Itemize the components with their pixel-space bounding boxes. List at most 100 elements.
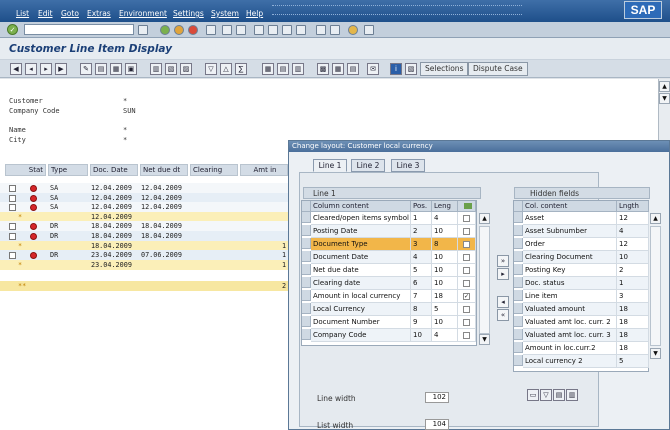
row-checkbox[interactable] bbox=[9, 185, 16, 192]
row-selector[interactable] bbox=[302, 329, 311, 340]
row-checkbox[interactable] bbox=[9, 195, 16, 202]
cell-len[interactable]: 8 bbox=[432, 238, 458, 251]
column-settings-icon[interactable] bbox=[458, 201, 476, 212]
next-page-icon[interactable] bbox=[282, 25, 292, 35]
col-doc-date[interactable]: Doc. Date bbox=[90, 164, 138, 176]
cell-pos[interactable]: 1 bbox=[411, 212, 432, 225]
row-selector[interactable] bbox=[302, 290, 311, 301]
row-selector[interactable] bbox=[302, 264, 311, 275]
row-selector[interactable] bbox=[302, 212, 311, 223]
tab-line-2[interactable]: Line 2 bbox=[351, 159, 385, 172]
word-icon[interactable]: ▤ bbox=[347, 63, 359, 75]
find-icon[interactable] bbox=[222, 25, 232, 35]
row-selector[interactable] bbox=[514, 277, 523, 288]
displayed-scroll-down-icon[interactable]: ▼ bbox=[479, 334, 490, 345]
cell-pos[interactable]: 7 bbox=[411, 290, 432, 303]
header-lngth[interactable]: Lngth bbox=[617, 201, 649, 212]
menu-extras[interactable]: Extras bbox=[87, 9, 111, 18]
row-selector[interactable] bbox=[514, 212, 523, 223]
cell-pos[interactable]: 8 bbox=[411, 303, 432, 316]
cell-len[interactable]: 10 bbox=[432, 251, 458, 264]
change-icon[interactable]: ✎ bbox=[80, 63, 92, 75]
tab-line-3[interactable]: Line 3 bbox=[391, 159, 425, 172]
filter-icon[interactable]: ▽ bbox=[205, 63, 217, 75]
total-checkbox[interactable] bbox=[458, 329, 476, 342]
col-clearing[interactable]: Clearing bbox=[190, 164, 238, 176]
info-icon[interactable]: i bbox=[390, 63, 402, 75]
export-icon[interactable]: ▩ bbox=[317, 63, 329, 75]
row-selector[interactable] bbox=[514, 290, 523, 301]
total-checkbox[interactable] bbox=[458, 251, 476, 264]
hidden-find-icon[interactable]: ▭ bbox=[527, 389, 539, 401]
table-row[interactable] bbox=[0, 260, 288, 270]
layout-icon[interactable]: ▦ bbox=[262, 63, 274, 75]
last-item-icon[interactable]: ▶ bbox=[55, 63, 67, 75]
cell-len[interactable]: 10 bbox=[432, 225, 458, 238]
cell-len[interactable]: 10 bbox=[432, 277, 458, 290]
move-right-icon[interactable]: ▸ bbox=[497, 268, 509, 280]
header-pos[interactable]: Pos. bbox=[411, 201, 432, 212]
displayed-scrollbar[interactable] bbox=[479, 226, 490, 334]
selections-button[interactable]: Selections bbox=[420, 62, 469, 76]
hidden-scroll-up-icon[interactable]: ▲ bbox=[650, 213, 661, 224]
find-next-icon[interactable] bbox=[236, 25, 246, 35]
total-checkbox[interactable] bbox=[458, 277, 476, 290]
cell-len[interactable]: 4 bbox=[432, 329, 458, 342]
row-selector[interactable] bbox=[514, 238, 523, 249]
mail-icon[interactable]: ✉ bbox=[367, 63, 379, 75]
total-checkbox[interactable] bbox=[458, 264, 476, 277]
row-selector[interactable] bbox=[514, 251, 523, 262]
move-left-icon[interactable]: ◂ bbox=[497, 296, 509, 308]
menu-help[interactable]: Help bbox=[246, 9, 263, 18]
row-checkbox[interactable] bbox=[9, 233, 16, 240]
document-icon[interactable]: ▥ bbox=[150, 63, 162, 75]
save-icon[interactable] bbox=[138, 25, 148, 35]
row-selector[interactable] bbox=[514, 329, 523, 340]
row-selector[interactable] bbox=[514, 303, 523, 314]
row-selector[interactable] bbox=[514, 316, 523, 327]
print-icon[interactable] bbox=[206, 25, 216, 35]
row-selector[interactable] bbox=[302, 303, 311, 314]
new-session-icon[interactable] bbox=[316, 25, 326, 35]
choose-layout-icon[interactable]: ▤ bbox=[277, 63, 289, 75]
previous-item-icon[interactable]: ◂ bbox=[25, 63, 37, 75]
total-checkbox[interactable] bbox=[458, 316, 476, 329]
col-stat[interactable]: Stat bbox=[5, 164, 46, 176]
first-page-icon[interactable] bbox=[254, 25, 264, 35]
hidden-settings-icon[interactable]: ▥ bbox=[566, 389, 578, 401]
cell-pos[interactable]: 3 bbox=[411, 238, 432, 251]
menu-edit[interactable]: Edit bbox=[38, 9, 53, 18]
subtotal-icon[interactable]: ∑ bbox=[235, 63, 247, 75]
row-selector[interactable] bbox=[302, 277, 311, 288]
scroll-up-icon[interactable]: ▲ bbox=[659, 81, 670, 92]
move-all-left-icon[interactable]: « bbox=[497, 309, 509, 321]
cell-len[interactable]: 5 bbox=[432, 303, 458, 316]
row-checkbox[interactable] bbox=[9, 252, 16, 259]
tab-line-1[interactable]: Line 1 bbox=[313, 159, 347, 172]
cell-len[interactable]: 10 bbox=[432, 264, 458, 277]
header-col-content[interactable]: Col. content bbox=[523, 201, 617, 212]
menu-environment[interactable]: Environment bbox=[119, 9, 167, 18]
menu-settings[interactable]: Settings bbox=[173, 9, 204, 18]
total-checkbox[interactable]: ✓ bbox=[458, 290, 476, 303]
hidden-sort-icon[interactable]: ▤ bbox=[553, 389, 565, 401]
enter-icon[interactable]: ✓ bbox=[7, 24, 18, 35]
select-all-icon[interactable]: ▣ bbox=[125, 63, 137, 75]
total-checkbox[interactable] bbox=[458, 238, 476, 251]
details-icon[interactable]: ▨ bbox=[180, 63, 192, 75]
cell-pos[interactable]: 4 bbox=[411, 251, 432, 264]
layout-menu-icon[interactable] bbox=[364, 25, 374, 35]
cell-pos[interactable]: 5 bbox=[411, 264, 432, 277]
hidden-filter-icon[interactable]: ▽ bbox=[540, 389, 552, 401]
row-selector[interactable] bbox=[302, 316, 311, 327]
hidden-scroll-down-icon[interactable]: ▼ bbox=[650, 348, 661, 359]
row-checkbox[interactable] bbox=[9, 204, 16, 211]
spreadsheet-icon[interactable]: ▦ bbox=[332, 63, 344, 75]
total-checkbox[interactable] bbox=[458, 303, 476, 316]
cell-len[interactable]: 4 bbox=[432, 212, 458, 225]
row-selector[interactable] bbox=[302, 238, 311, 249]
row-selector[interactable] bbox=[302, 251, 311, 262]
mark-icon[interactable]: ▦ bbox=[110, 63, 122, 75]
last-page-icon[interactable] bbox=[296, 25, 306, 35]
display-icon[interactable]: ▤ bbox=[95, 63, 107, 75]
